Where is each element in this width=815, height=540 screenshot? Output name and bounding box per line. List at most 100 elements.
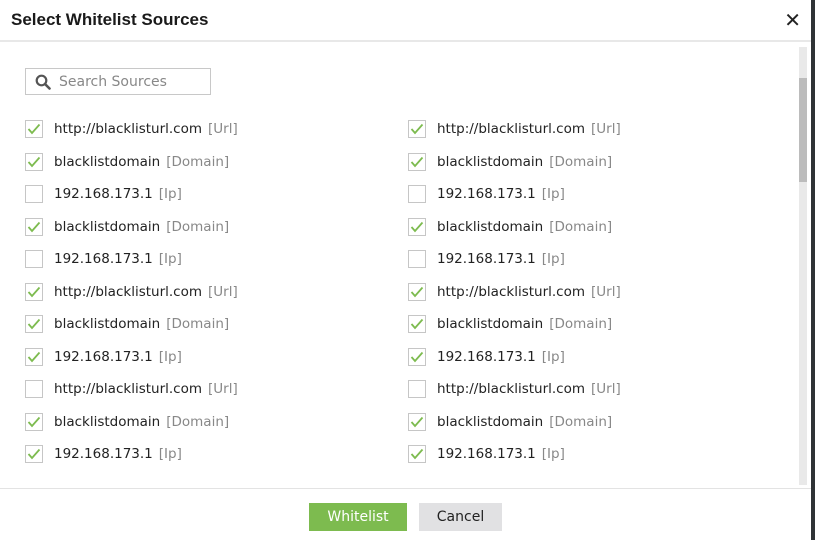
source-type: [Domain] — [166, 153, 230, 170]
source-type: [Url] — [208, 283, 238, 300]
source-name: blacklistdomain — [54, 413, 161, 430]
check-icon — [410, 318, 424, 330]
source-type: [Domain] — [166, 316, 230, 332]
source-type: [Url] — [591, 121, 621, 137]
checkbox[interactable] — [408, 347, 426, 366]
checkbox[interactable] — [25, 380, 43, 398]
check-icon — [410, 221, 424, 232]
dialog-title: Select Whitelist Sources — [11, 10, 209, 29]
source-type: [Domain] — [549, 218, 613, 235]
source-item[interactable]: blacklistdomain [Domain] — [408, 314, 612, 334]
source-item[interactable]: 192.168.173.1 [Ip] — [408, 444, 565, 464]
checkbox[interactable] — [408, 217, 426, 236]
checkbox[interactable] — [408, 120, 426, 138]
source-item[interactable]: 192.168.173.1 [Ip] — [408, 249, 565, 269]
source-item[interactable]: blacklistdomain [Domain] — [25, 152, 229, 172]
checkbox[interactable] — [25, 347, 43, 366]
source-name: http://blacklisturl.com — [437, 283, 585, 300]
source-item[interactable]: blacklistdomain [Domain] — [408, 412, 612, 432]
source-name: 192.168.173.1 — [437, 348, 536, 365]
source-item[interactable]: blacklistdomain [Domain] — [408, 152, 612, 172]
checkbox[interactable] — [25, 217, 43, 236]
whitelist-dialog: Select Whitelist Sources ✕ http://blackl… — [0, 0, 811, 540]
source-item[interactable]: 192.168.173.1 [Ip] — [25, 444, 182, 464]
source-type: [Ip] — [541, 251, 565, 267]
source-item[interactable]: blacklistdomain [Domain] — [408, 217, 612, 237]
source-item[interactable]: http://blacklisturl.com [Url] — [408, 282, 621, 302]
check-icon — [27, 286, 41, 297]
checkbox[interactable] — [25, 445, 43, 463]
source-type: [Domain] — [166, 218, 230, 235]
checkbox[interactable] — [25, 250, 43, 268]
source-name: 192.168.173.1 — [437, 186, 536, 202]
source-type: [Ip] — [541, 446, 565, 462]
checkbox[interactable] — [408, 315, 426, 333]
source-item[interactable]: http://blacklisturl.com [Url] — [25, 282, 238, 302]
check-icon — [27, 221, 41, 232]
source-name: http://blacklisturl.com — [437, 121, 585, 137]
source-item[interactable]: http://blacklisturl.com [Url] — [25, 379, 238, 399]
dialog-footer: Whitelist Cancel — [0, 488, 811, 540]
checkbox[interactable] — [25, 185, 43, 203]
source-item[interactable]: 192.168.173.1 [Ip] — [25, 184, 182, 204]
checkbox[interactable] — [25, 282, 43, 301]
whitelist-button[interactable]: Whitelist — [309, 503, 407, 531]
checkbox[interactable] — [25, 315, 43, 333]
source-item[interactable]: 192.168.173.1 [Ip] — [408, 184, 565, 204]
scrollbar-thumb[interactable] — [799, 78, 807, 182]
check-icon — [410, 448, 424, 460]
checkbox[interactable] — [25, 412, 43, 431]
source-type: [Ip] — [158, 348, 182, 365]
source-name: http://blacklisturl.com — [54, 283, 202, 300]
source-type: [Ip] — [158, 251, 182, 267]
source-item[interactable]: http://blacklisturl.com [Url] — [408, 379, 621, 399]
checkbox[interactable] — [25, 152, 43, 171]
source-item[interactable]: http://blacklisturl.com [Url] — [408, 119, 621, 139]
checkbox[interactable] — [25, 120, 43, 138]
source-name: http://blacklisturl.com — [54, 121, 202, 137]
source-type: [Ip] — [541, 348, 565, 365]
source-item[interactable]: 192.168.173.1 [Ip] — [408, 347, 565, 367]
source-item[interactable]: blacklistdomain [Domain] — [25, 314, 229, 334]
source-name: 192.168.173.1 — [437, 446, 536, 462]
check-icon — [410, 286, 424, 297]
source-name: 192.168.173.1 — [54, 251, 153, 267]
checkbox[interactable] — [408, 282, 426, 301]
source-name: blacklistdomain — [437, 413, 544, 430]
source-type: [Ip] — [158, 446, 182, 462]
source-item[interactable]: 192.168.173.1 [Ip] — [25, 249, 182, 269]
source-type: [Url] — [591, 283, 621, 300]
check-icon — [27, 416, 41, 427]
source-name: blacklistdomain — [437, 218, 544, 235]
scrollbar[interactable] — [799, 47, 807, 485]
source-name: http://blacklisturl.com — [437, 381, 585, 397]
source-item[interactable]: blacklistdomain [Domain] — [25, 412, 229, 432]
checkbox[interactable] — [408, 412, 426, 431]
cancel-button[interactable]: Cancel — [419, 503, 502, 531]
search-input[interactable] — [59, 73, 199, 90]
source-name: blacklistdomain — [54, 218, 161, 235]
source-name: 192.168.173.1 — [54, 446, 153, 462]
source-type: [Url] — [591, 381, 621, 397]
source-name: 192.168.173.1 — [54, 186, 153, 202]
check-icon — [27, 448, 41, 460]
source-type: [Domain] — [166, 413, 230, 430]
checkbox[interactable] — [408, 185, 426, 203]
check-icon — [27, 123, 41, 135]
source-item[interactable]: blacklistdomain [Domain] — [25, 217, 229, 237]
checkbox[interactable] — [408, 152, 426, 171]
check-icon — [410, 351, 424, 362]
close-icon[interactable]: ✕ — [784, 9, 801, 31]
checkbox[interactable] — [408, 380, 426, 398]
check-icon — [27, 156, 41, 167]
search-box[interactable] — [25, 68, 211, 95]
source-type: [Url] — [208, 121, 238, 137]
checkbox[interactable] — [408, 250, 426, 268]
source-item[interactable]: http://blacklisturl.com [Url] — [25, 119, 238, 139]
checkbox[interactable] — [408, 445, 426, 463]
source-type: [Ip] — [158, 186, 182, 202]
source-item[interactable]: 192.168.173.1 [Ip] — [25, 347, 182, 367]
dialog-header: Select Whitelist Sources ✕ — [0, 0, 811, 42]
source-type: [Ip] — [541, 186, 565, 202]
source-name: blacklistdomain — [437, 316, 544, 332]
